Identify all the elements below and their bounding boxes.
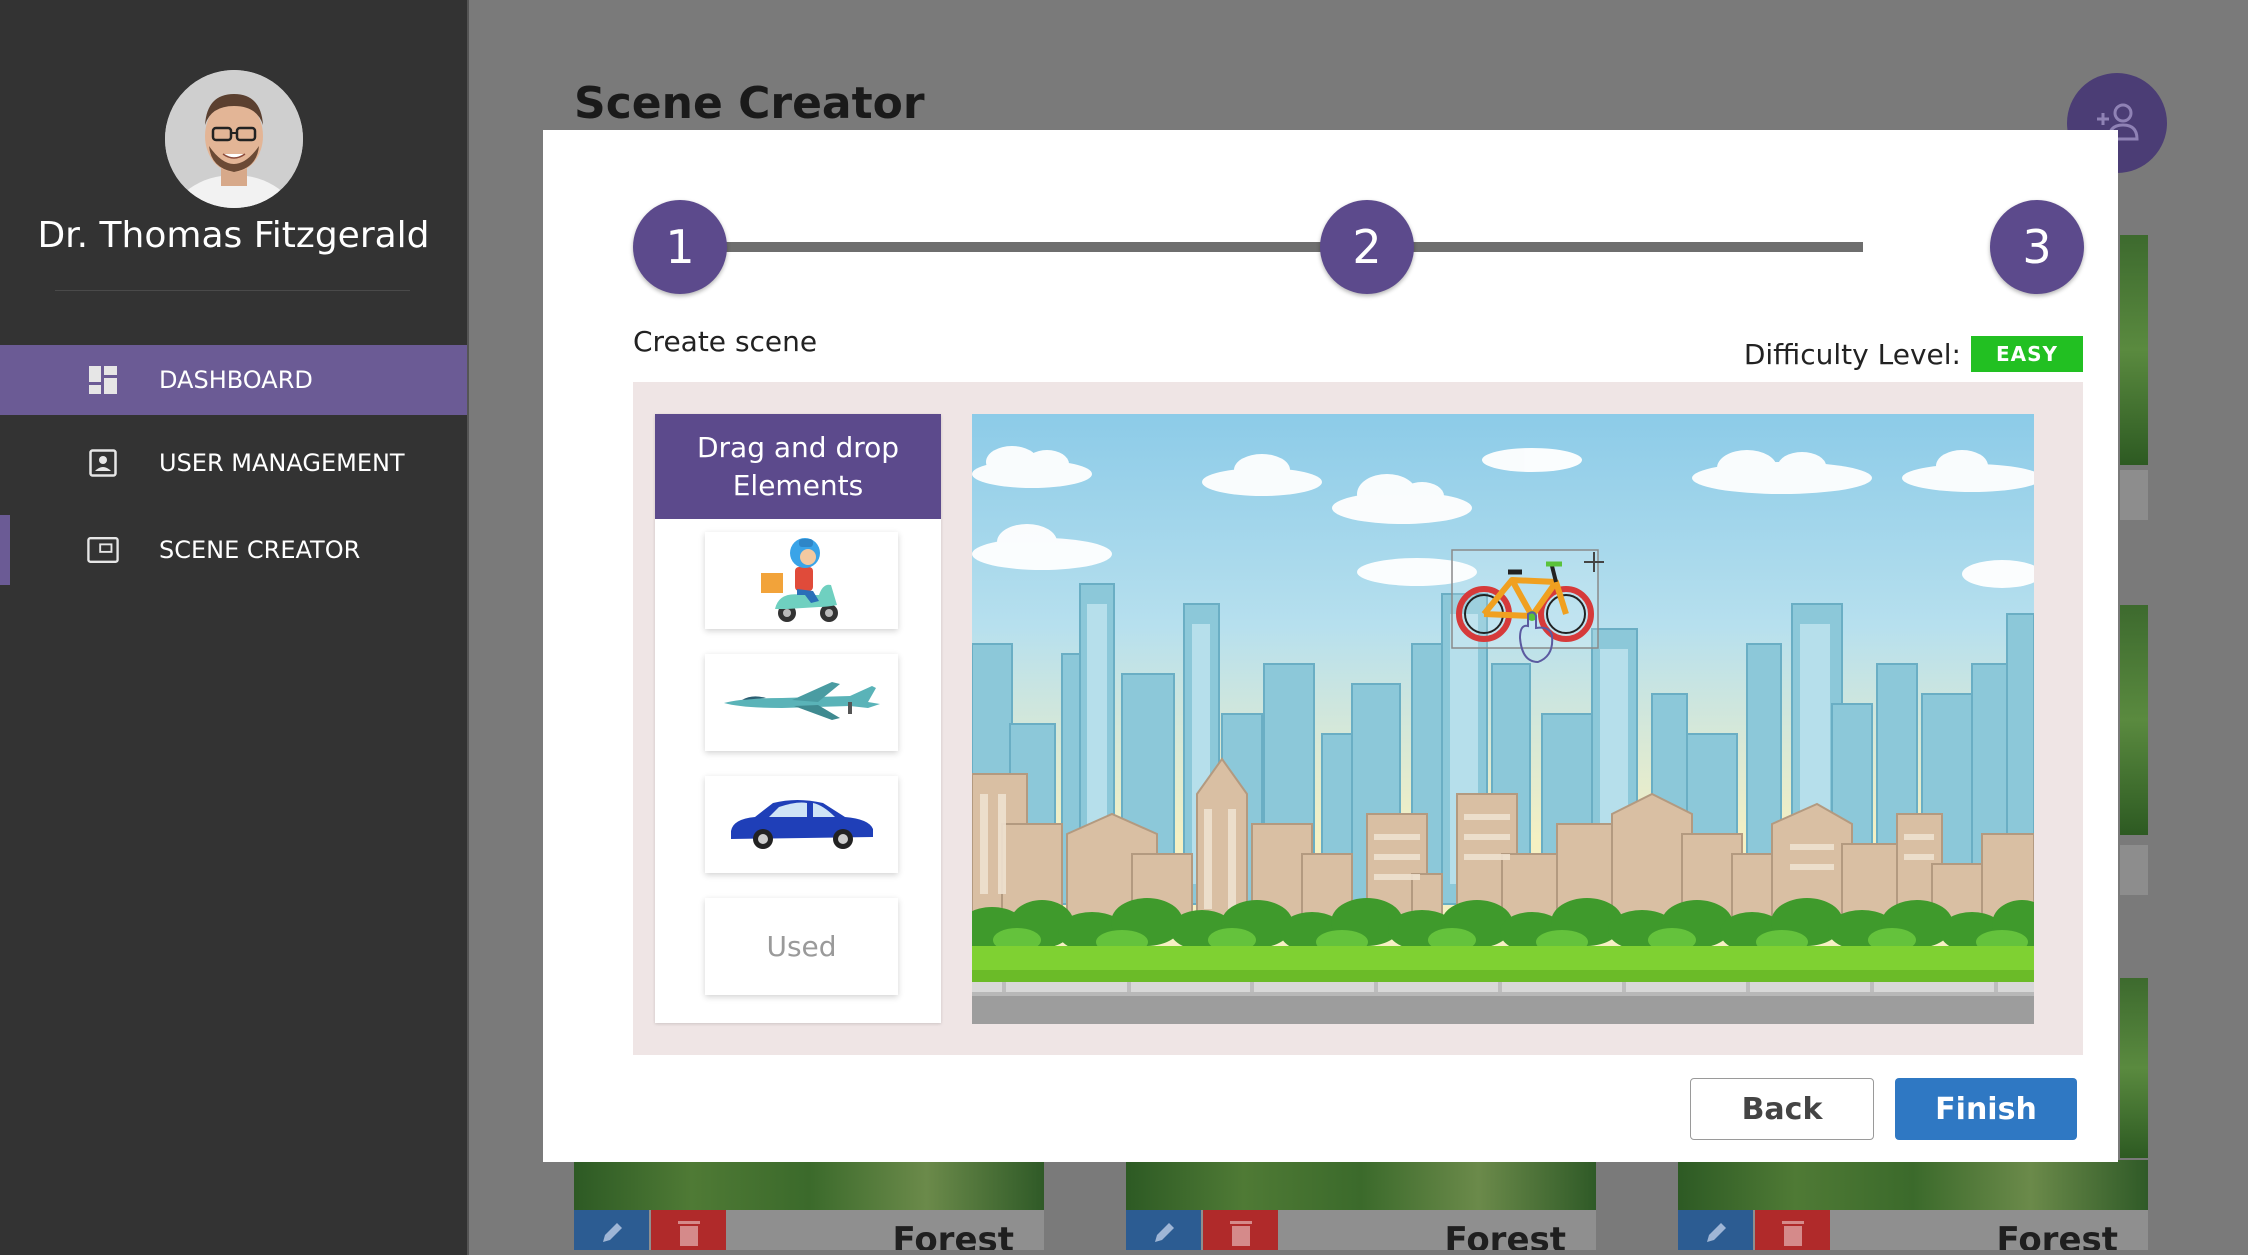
scene-card-name: Forest xyxy=(1996,1220,2118,1250)
nav-label-user-management: USER MANAGEMENT xyxy=(159,449,405,477)
difficulty-badge: EASY xyxy=(1970,336,2083,372)
sidebar: Dr. Thomas Fitzgerald DASHBOARD USER MAN… xyxy=(0,0,469,1255)
nav-item-dashboard[interactable]: DASHBOARD xyxy=(0,345,467,415)
scene-card-thumbnail xyxy=(2120,978,2148,1158)
scene-card-thumbnail xyxy=(2120,235,2148,465)
avatar xyxy=(165,70,303,208)
step-3[interactable]: 3 xyxy=(1990,200,2084,294)
scene-card: Forest xyxy=(1126,1160,1596,1250)
back-button[interactable]: Back xyxy=(1690,1078,1874,1140)
scene-card-bar xyxy=(2120,470,2148,520)
finish-button[interactable]: Finish xyxy=(1895,1078,2077,1140)
section-title: Create scene xyxy=(633,325,818,358)
element-tile-used: Used xyxy=(705,898,898,995)
nav-item-scene-creator[interactable]: SCENE CREATOR xyxy=(0,515,467,585)
delete-button[interactable] xyxy=(651,1210,726,1250)
element-tile-scooter[interactable] xyxy=(705,532,898,629)
difficulty-level: Difficulty Level: EASY xyxy=(1744,336,2083,372)
nav-active-marker xyxy=(0,515,10,585)
step-2[interactable]: 2 xyxy=(1320,200,1414,294)
scene-card: Forest xyxy=(1678,1160,2148,1250)
scene-card: Forest xyxy=(574,1160,1044,1250)
dashboard-icon xyxy=(87,364,119,396)
element-tile-car[interactable] xyxy=(705,776,898,873)
user-card-icon xyxy=(87,447,119,479)
pencil-icon xyxy=(1149,1218,1179,1250)
element-tile-jet[interactable] xyxy=(705,654,898,751)
scene-icon xyxy=(87,534,119,566)
nav-item-user-management[interactable]: USER MANAGEMENT xyxy=(0,428,467,498)
trash-icon xyxy=(1228,1218,1254,1250)
scene-card-thumbnail xyxy=(2120,605,2148,835)
sidebar-divider xyxy=(55,290,410,291)
edit-button[interactable] xyxy=(1678,1210,1753,1250)
element-palette: Drag and drop Elements Used xyxy=(655,414,941,1023)
pencil-icon xyxy=(597,1218,627,1250)
trash-icon xyxy=(1780,1218,1806,1250)
scene-canvas[interactable] xyxy=(972,414,2034,1024)
delete-button[interactable] xyxy=(1755,1210,1830,1250)
stepper-line xyxy=(683,242,1863,252)
scene-card-thumbnail xyxy=(574,1160,1044,1210)
delete-button[interactable] xyxy=(1203,1210,1278,1250)
jet-plane-icon xyxy=(722,676,882,730)
scene-card-thumbnail xyxy=(1126,1160,1596,1210)
scene-card-bar xyxy=(2120,845,2148,895)
edit-button[interactable] xyxy=(574,1210,649,1250)
scene-creator-modal: 1 2 3 Create scene Difficulty Level: EAS… xyxy=(543,130,2118,1162)
difficulty-label: Difficulty Level: xyxy=(1743,337,1961,371)
nav-label-scene-creator: SCENE CREATOR xyxy=(159,536,361,564)
placed-bicycle[interactable] xyxy=(1451,549,1604,664)
scene-card-thumbnail xyxy=(1678,1160,2148,1210)
palette-header: Drag and drop Elements xyxy=(655,414,941,519)
edit-button[interactable] xyxy=(1126,1210,1201,1250)
step-1[interactable]: 1 xyxy=(633,200,727,294)
scene-card-name: Forest xyxy=(1444,1220,1566,1250)
page-title: Scene Creator xyxy=(574,78,925,129)
pencil-icon xyxy=(1701,1218,1731,1250)
car-icon xyxy=(727,793,877,857)
scene-workspace: Drag and drop Elements Used xyxy=(633,382,2083,1055)
palette-header-label: Drag and drop Elements xyxy=(696,430,900,502)
user-name: Dr. Thomas Fitzgerald xyxy=(37,215,430,256)
nav-label-dashboard: DASHBOARD xyxy=(159,366,313,394)
scooter-rider-icon xyxy=(757,533,847,629)
scene-card-name: Forest xyxy=(892,1220,1014,1250)
city-scene-illustration xyxy=(972,446,2034,1024)
trash-icon xyxy=(676,1218,702,1250)
